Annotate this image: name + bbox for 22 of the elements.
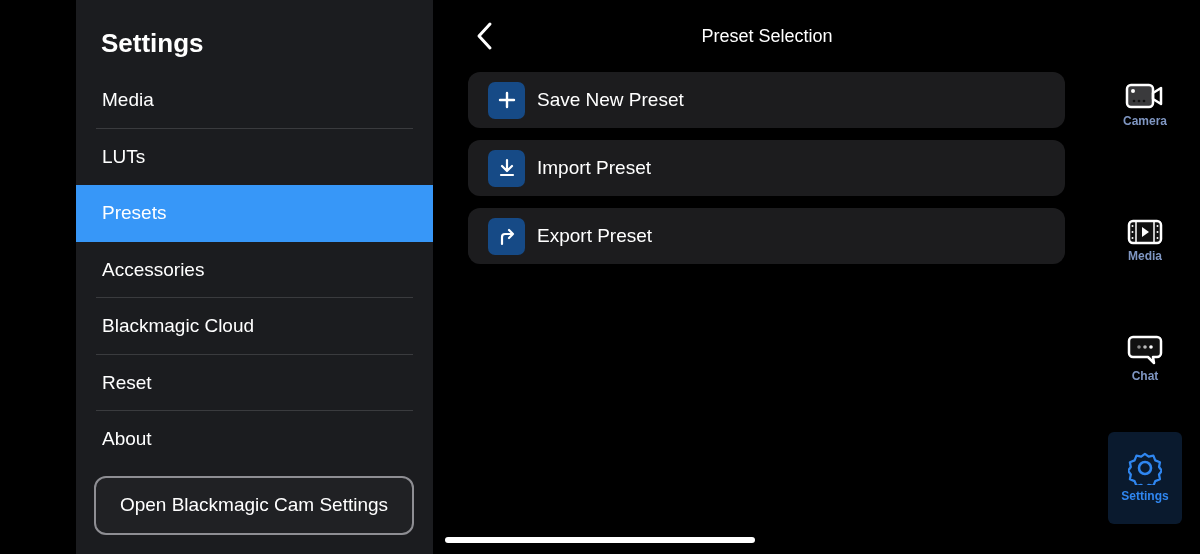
- sidebar-item[interactable]: Media: [76, 72, 433, 129]
- plus-icon: [488, 81, 525, 119]
- sidebar-item[interactable]: About: [76, 411, 433, 468]
- page-title: Preset Selection: [701, 24, 833, 48]
- preset-action-button[interactable]: Import Preset: [468, 140, 1065, 196]
- tab-bar-item[interactable]: Chat: [1108, 314, 1182, 406]
- film-icon: [1127, 219, 1163, 245]
- sidebar-item[interactable]: LUTs: [76, 128, 433, 185]
- sidebar-title: Settings: [100, 27, 205, 60]
- settings-icon: [1128, 451, 1162, 485]
- camera-icon: [1125, 82, 1165, 110]
- sidebar-item[interactable]: Reset: [76, 354, 433, 411]
- download-icon: [488, 149, 525, 187]
- sidebar-item[interactable]: Blackmagic Cloud: [76, 298, 433, 355]
- tab-bar-item[interactable]: Camera: [1108, 78, 1182, 134]
- chat-icon: [1127, 335, 1163, 365]
- open-settings-button[interactable]: Open Blackmagic Cam Settings: [94, 475, 414, 535]
- preset-action-button[interactable]: Save New Preset: [468, 72, 1065, 128]
- tab-bar-item[interactable]: Media: [1108, 196, 1182, 288]
- sidebar-item[interactable]: Accessories: [76, 241, 433, 298]
- preset-action-button[interactable]: Export Preset: [468, 208, 1065, 264]
- tab-bar-item[interactable]: Settings: [1108, 432, 1182, 524]
